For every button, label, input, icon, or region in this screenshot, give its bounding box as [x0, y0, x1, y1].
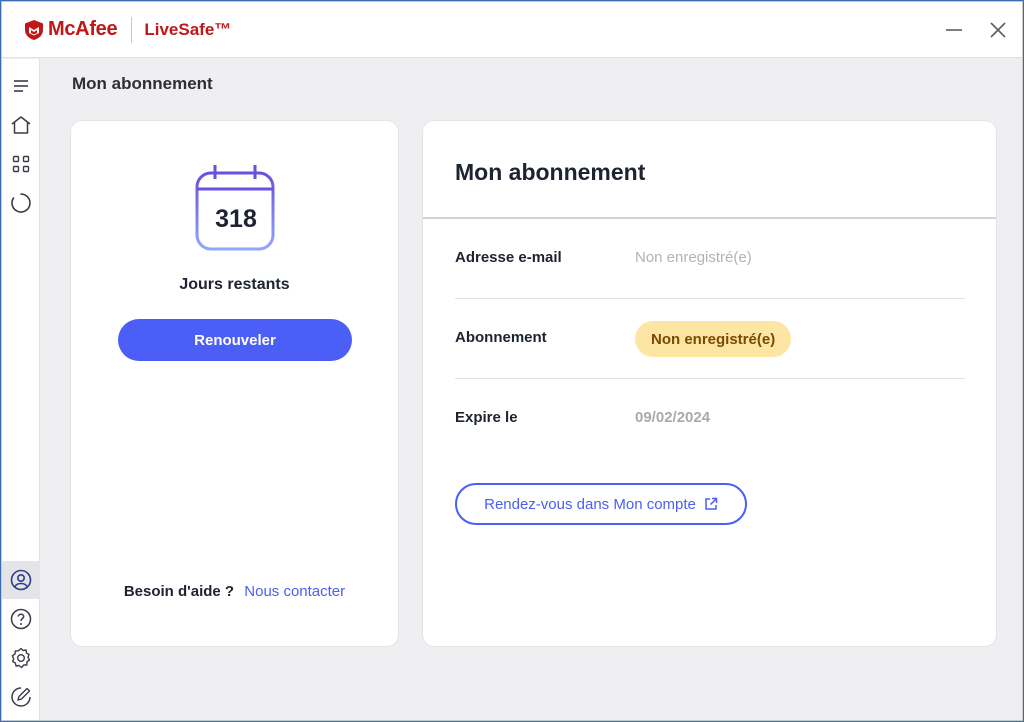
help-row: Besoin d'aide ? Nous contacter: [71, 583, 398, 600]
sidebar-item-feedback[interactable]: [2, 678, 40, 716]
minimize-icon: [946, 29, 962, 31]
sidebar-item-apps[interactable]: [2, 145, 40, 183]
close-button[interactable]: [978, 10, 1018, 50]
external-link-icon: [704, 497, 718, 511]
minimize-button[interactable]: [934, 10, 974, 50]
subscription-label: Abonnement: [455, 329, 547, 346]
expiry-date-value: 09/02/2024: [635, 409, 711, 426]
brand-name: McAfee: [48, 18, 118, 40]
my-account-button-label: Rendez-vous dans Mon compte: [484, 495, 696, 513]
help-icon: [10, 608, 32, 630]
row-divider: [455, 298, 965, 299]
product-name: LiveSafe™: [144, 19, 232, 39]
email-label: Adresse e-mail: [455, 249, 562, 266]
days-remaining-card: 318 Jours restants Renouveler Besoin d'a…: [70, 120, 399, 647]
expiry-label: Expire le: [455, 409, 518, 426]
brand-divider: [131, 16, 133, 43]
brand: McAfee LiveSafe™: [24, 2, 231, 58]
email-value: Non enregistré(e): [635, 249, 752, 266]
window-controls: [934, 2, 1022, 58]
settings-icon: [11, 647, 31, 669]
sidebar-item-account[interactable]: [2, 561, 40, 599]
sidebar-item-settings[interactable]: [2, 639, 40, 677]
sidebar-item-help[interactable]: [2, 600, 40, 638]
account-icon: [10, 569, 32, 591]
days-remaining-label: Jours restants: [179, 276, 290, 293]
feedback-icon: [11, 687, 31, 707]
my-account-button[interactable]: Rendez-vous dans Mon compte: [455, 483, 747, 525]
progress-ring-icon: [11, 193, 31, 213]
sidebar-item-status[interactable]: [2, 184, 40, 222]
subscription-card-title: Mon abonnement: [455, 159, 646, 185]
page-title: Mon abonnement: [72, 74, 213, 93]
renew-button[interactable]: Renouveler: [118, 319, 352, 361]
title-bar: McAfee LiveSafe™: [2, 2, 1022, 58]
help-question: Besoin d'aide ?: [123, 583, 235, 600]
sidebar: [2, 59, 40, 720]
sidebar-item-home[interactable]: [2, 106, 40, 144]
close-icon: [990, 22, 1006, 38]
menu-icon: [14, 80, 28, 92]
row-divider: [455, 378, 965, 379]
subscription-status-badge: Non enregistré(e): [635, 321, 792, 357]
subscription-details-card: Mon abonnement Adresse e-mail Non enregi…: [422, 120, 997, 647]
days-remaining-value: 318: [215, 205, 257, 233]
contact-us-link[interactable]: Nous contacter: [244, 583, 345, 600]
sidebar-menu-button[interactable]: [2, 67, 40, 105]
apps-grid-icon: [12, 155, 30, 173]
title-divider: [423, 217, 996, 219]
home-icon: [11, 116, 31, 134]
mcafee-shield-icon: [24, 19, 44, 41]
app-window: McAfee LiveSafe™ Mon abonnement 318 Jour…: [1, 1, 1023, 721]
